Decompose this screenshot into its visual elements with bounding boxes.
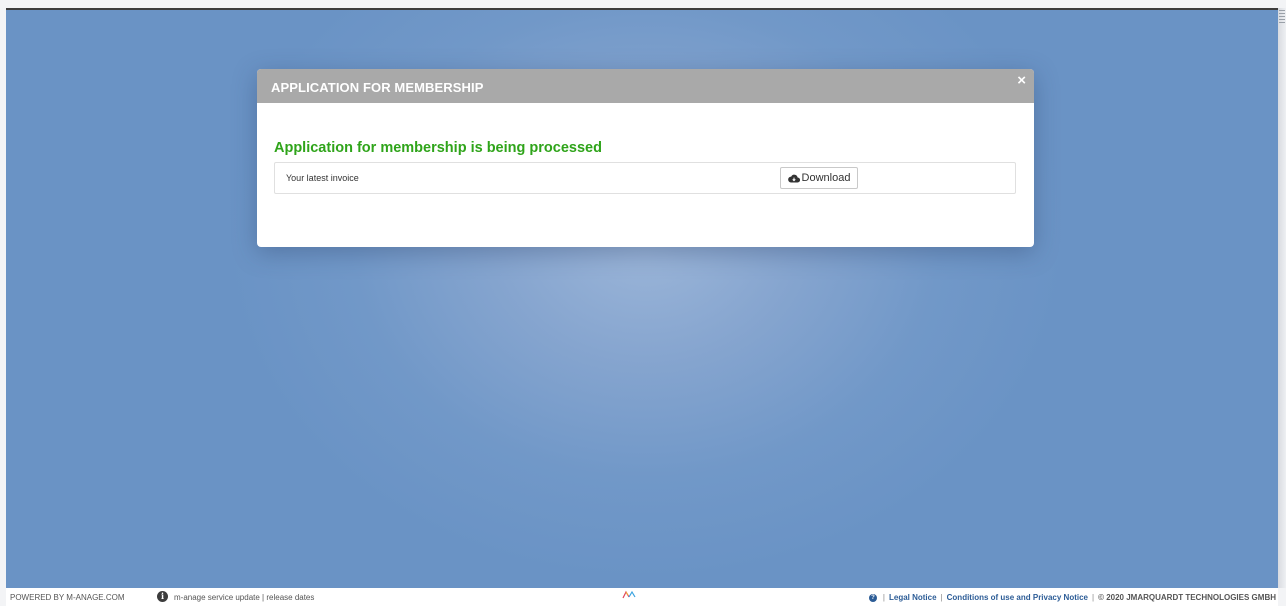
info-icon: i: [157, 591, 168, 602]
question-circle-icon[interactable]: ?: [868, 593, 877, 602]
modal-header: APPLICATION FOR MEMBERSHIP ×: [257, 69, 1034, 103]
scrollbar-grip[interactable]: [1279, 10, 1285, 24]
service-update-link[interactable]: m-anage service update | release dates: [174, 593, 314, 602]
footer: POWERED BY M-ANAGE.COM i m-anage service…: [6, 588, 1278, 606]
powered-by-link[interactable]: POWERED BY M-ANAGE.COM: [10, 593, 125, 602]
conditions-link[interactable]: Conditions of use and Privacy Notice: [947, 593, 1088, 602]
membership-modal: APPLICATION FOR MEMBERSHIP × Application…: [257, 69, 1034, 247]
status-heading: Application for membership is being proc…: [274, 140, 602, 156]
invoice-row: Your latest invoice Download: [274, 162, 1016, 194]
m-anage-logo-icon: [622, 590, 636, 599]
download-button[interactable]: Download: [780, 167, 858, 189]
invoice-label: Your latest invoice: [286, 173, 359, 183]
modal-body: Application for membership is being proc…: [257, 103, 1034, 194]
copyright: © 2020 JMARQUARDT TECHNOLOGIES GMBH: [1098, 593, 1276, 602]
page-frame: APPLICATION FOR MEMBERSHIP × Application…: [0, 0, 1286, 606]
legal-notice-link[interactable]: Legal Notice: [889, 593, 937, 602]
separator: |: [940, 593, 943, 602]
cloud-download-icon: [787, 174, 800, 183]
download-label: Download: [801, 172, 851, 184]
footer-links: ? | Legal Notice | Conditions of use and…: [868, 593, 1276, 602]
close-icon[interactable]: ×: [1017, 73, 1026, 88]
scrollbar[interactable]: [1278, 8, 1286, 588]
modal-title: APPLICATION FOR MEMBERSHIP: [271, 80, 484, 95]
separator: |: [882, 593, 885, 602]
separator: |: [1092, 593, 1095, 602]
